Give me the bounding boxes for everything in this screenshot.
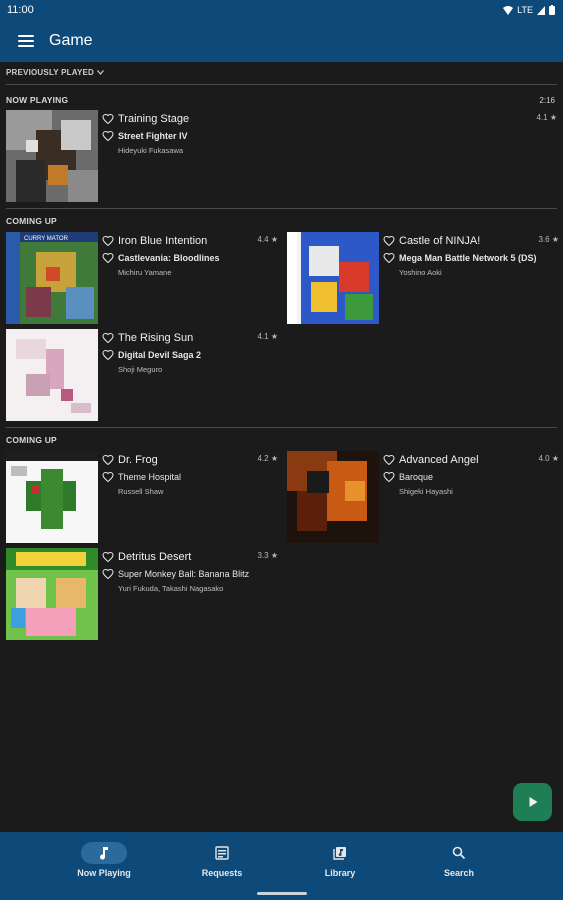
- queue-card[interactable]: CURRY MATOR Iron Blue Intention Castleva…: [6, 232, 278, 324]
- search-icon: [452, 846, 466, 860]
- rating: 3.3 ★: [257, 551, 278, 560]
- artist-name: Hideyuki Fukasawa: [118, 146, 184, 155]
- now-playing-label: NOW PLAYING: [6, 95, 69, 105]
- rating: 4.1 ★: [536, 113, 557, 122]
- requests-icon: [215, 846, 229, 860]
- artist-name: Shigeki Hayashi: [399, 487, 453, 496]
- heart-icon[interactable]: [102, 454, 114, 466]
- album-art: [6, 329, 98, 421]
- album-art: [287, 232, 379, 324]
- nav-search[interactable]: Search: [404, 832, 514, 892]
- heart-icon[interactable]: [383, 471, 395, 483]
- heart-icon[interactable]: [102, 252, 114, 264]
- queue-card[interactable]: Advanced Angel Baroque Shigeki Hayashi 4…: [287, 451, 559, 543]
- battery-icon: [549, 5, 555, 15]
- rating: 4.4 ★: [257, 235, 278, 244]
- svg-text:CURRY MATOR: CURRY MATOR: [24, 236, 69, 242]
- album-art: [6, 548, 98, 640]
- signal-icon: [537, 5, 545, 15]
- album-art: [287, 451, 379, 543]
- rating: 4.1 ★: [257, 332, 278, 341]
- heart-icon[interactable]: [383, 252, 395, 264]
- queue-card[interactable]: Castle of NINJA! Mega Man Battle Network…: [287, 232, 559, 324]
- home-indicator: [257, 892, 307, 895]
- game-title: Super Monkey Ball: Banana Blitz: [118, 568, 250, 579]
- page-title: Game: [49, 32, 93, 49]
- game-title: Baroque: [399, 471, 434, 482]
- song-title: Detritus Desert: [118, 550, 192, 563]
- divider: [6, 427, 557, 428]
- heart-icon[interactable]: [102, 332, 114, 344]
- nav-now-playing[interactable]: Now Playing: [49, 832, 159, 892]
- nav-requests[interactable]: Requests: [167, 832, 277, 892]
- coming-up-label: COMING UP: [6, 216, 57, 226]
- nav-library[interactable]: Library: [285, 832, 395, 892]
- game-title: Street Fighter IV: [118, 130, 188, 141]
- divider: [6, 208, 557, 209]
- previously-played-toggle[interactable]: PREVIOUSLY PLAYED: [6, 68, 104, 77]
- nav-label: Requests: [201, 868, 243, 878]
- chevron-down-icon: [97, 70, 104, 75]
- game-title: Castlevania: Bloodlines: [118, 252, 220, 263]
- status-bar: 11:00 LTE: [0, 0, 563, 20]
- rating: 4.0 ★: [538, 454, 559, 463]
- artist-name: Shoji Meguro: [118, 365, 163, 374]
- heart-icon[interactable]: [383, 235, 395, 247]
- coming-up-label: COMING UP: [6, 435, 57, 445]
- wifi-icon: [503, 5, 514, 15]
- heart-icon[interactable]: [102, 349, 114, 361]
- heart-icon[interactable]: [102, 568, 114, 580]
- bottom-navigation: Now Playing Requests Library Search: [0, 832, 563, 900]
- heart-icon[interactable]: [102, 235, 114, 247]
- divider: [6, 84, 557, 85]
- now-playing-card[interactable]: Training Stage Street Fighter IV Hideyuk…: [6, 110, 557, 202]
- library-icon: [333, 847, 346, 860]
- heart-icon[interactable]: [102, 551, 114, 563]
- game-title: Digital Devil Saga 2: [118, 349, 202, 360]
- play-fab[interactable]: [513, 783, 552, 821]
- status-icons: LTE: [503, 5, 555, 15]
- song-title: The Rising Sun: [118, 331, 194, 344]
- heart-icon[interactable]: [383, 454, 395, 466]
- nav-active-indicator: [81, 842, 127, 864]
- album-art: CURRY MATOR: [6, 232, 98, 324]
- heart-icon[interactable]: [102, 113, 114, 125]
- game-title: Mega Man Battle Network 5 (DS): [399, 252, 537, 263]
- song-title: Training Stage: [118, 112, 190, 125]
- song-title: Iron Blue Intention: [118, 234, 208, 247]
- artist-name: Michiru Yamane: [118, 268, 172, 277]
- music-note-icon: [100, 847, 108, 860]
- rating: 4.2 ★: [257, 454, 278, 463]
- album-art: [6, 451, 98, 543]
- app-bar: Game: [0, 20, 563, 62]
- elapsed-time: 2:16: [539, 96, 555, 105]
- queue-card[interactable]: Dr. Frog Theme Hospital Russell Shaw 4.2…: [6, 451, 278, 543]
- nav-label: Library: [324, 868, 356, 878]
- song-title: Dr. Frog: [118, 453, 158, 466]
- song-title: Castle of NINJA!: [399, 234, 481, 247]
- queue-card[interactable]: The Rising Sun Digital Devil Saga 2 Shoj…: [6, 329, 278, 421]
- menu-icon[interactable]: [18, 35, 34, 47]
- previously-played-label: PREVIOUSLY PLAYED: [6, 68, 95, 77]
- artist-name: Yuri Fukuda, Takashi Nagasako: [118, 584, 224, 593]
- network-type: LTE: [517, 5, 533, 15]
- artist-name: Russell Shaw: [118, 487, 164, 496]
- rating: 3.6 ★: [538, 235, 559, 244]
- song-title: Advanced Angel: [399, 453, 479, 466]
- queue-card[interactable]: Detritus Desert Super Monkey Ball: Banan…: [6, 548, 278, 640]
- nav-label: Now Playing: [77, 868, 131, 878]
- heart-icon[interactable]: [102, 130, 114, 142]
- game-title: Theme Hospital: [118, 471, 182, 482]
- artist-name: Yoshino Aoki: [399, 268, 442, 277]
- heart-icon[interactable]: [102, 471, 114, 483]
- nav-label: Search: [443, 868, 475, 878]
- album-art: [6, 110, 98, 202]
- play-icon: [529, 797, 537, 807]
- status-time: 11:00: [7, 4, 34, 16]
